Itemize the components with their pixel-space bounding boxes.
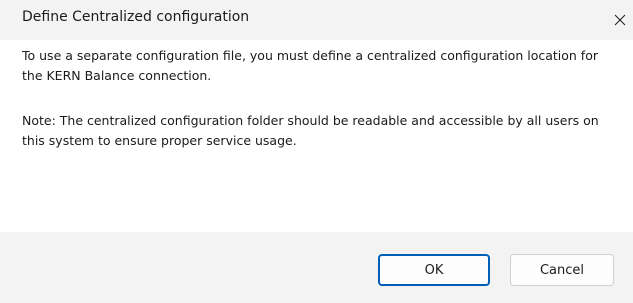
dialog-note: Note: The centralized configuration fold… — [22, 113, 599, 148]
dialog-title: Define Centralized configuration — [22, 9, 250, 25]
cancel-button[interactable]: Cancel — [510, 254, 614, 286]
title-bar: Define Centralized configuration — [0, 0, 633, 40]
config-dialog: Define Centralized configuration To use … — [0, 0, 633, 303]
ok-button[interactable]: OK — [378, 254, 490, 286]
close-icon — [614, 14, 626, 26]
close-button[interactable] — [607, 0, 633, 40]
button-bar: OK Cancel — [0, 232, 633, 303]
dialog-message: To use a separate configuration file, yo… — [22, 48, 598, 83]
